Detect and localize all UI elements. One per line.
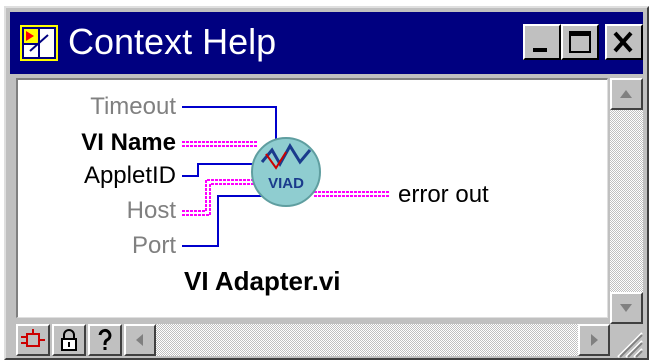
output-label-error-out: error out bbox=[398, 181, 489, 208]
close-icon bbox=[613, 31, 633, 53]
show-diagram-button[interactable] bbox=[16, 324, 50, 356]
wire-vi-name bbox=[182, 141, 258, 147]
resize-grip-icon[interactable] bbox=[610, 324, 643, 358]
help-button[interactable] bbox=[88, 324, 122, 356]
arrow-down-icon bbox=[620, 304, 632, 312]
vi-name-title: VI Adapter.vi bbox=[184, 266, 341, 296]
help-content-pane: Timeout VI Name AppletID Host Port VIAD … bbox=[16, 78, 608, 318]
scroll-up-button[interactable] bbox=[610, 78, 643, 110]
minimize-icon bbox=[533, 48, 547, 52]
arrow-left-icon bbox=[136, 334, 143, 346]
input-label-appletid: AppletID bbox=[84, 162, 176, 189]
vi-node-icon: VIAD bbox=[251, 137, 321, 207]
minimize-button[interactable] bbox=[523, 24, 561, 60]
arrow-up-icon bbox=[620, 90, 632, 98]
scroll-down-button[interactable] bbox=[610, 292, 643, 324]
input-label-host: Host bbox=[127, 197, 177, 224]
vertical-scroll-track[interactable] bbox=[610, 78, 643, 324]
maximize-icon bbox=[569, 31, 591, 53]
window-title: Context Help bbox=[68, 21, 277, 62]
horizontal-scrollbar[interactable] bbox=[124, 324, 610, 356]
connector-pane-diagram: Timeout VI Name AppletID Host Port VIAD … bbox=[81, 93, 489, 296]
lock-button[interactable] bbox=[52, 324, 86, 356]
vi-node-label: VIAD bbox=[268, 175, 304, 192]
wire-port bbox=[182, 195, 266, 247]
labview-app-icon bbox=[20, 25, 58, 61]
wire-timeout bbox=[182, 106, 277, 140]
close-button[interactable] bbox=[605, 24, 643, 60]
wire-error-out bbox=[314, 191, 390, 197]
lock-icon bbox=[61, 329, 77, 351]
scroll-right-button[interactable] bbox=[578, 324, 610, 356]
maximize-button[interactable] bbox=[561, 24, 599, 60]
input-label-vi-name: VI Name bbox=[81, 129, 176, 156]
scroll-left-button[interactable] bbox=[124, 324, 156, 356]
bottom-toolbar bbox=[16, 324, 610, 358]
question-mark-icon bbox=[98, 328, 112, 350]
title-bar[interactable]: Context Help bbox=[10, 12, 643, 74]
wire-appletid bbox=[182, 163, 256, 177]
diagram-icon bbox=[21, 329, 45, 347]
input-label-timeout: Timeout bbox=[90, 93, 176, 120]
arrow-right-icon bbox=[591, 334, 598, 346]
context-help-window: Context Help Timeout VI Name AppletID Ho bbox=[4, 6, 649, 360]
vertical-scrollbar[interactable] bbox=[610, 78, 643, 324]
input-label-port: Port bbox=[132, 232, 176, 259]
